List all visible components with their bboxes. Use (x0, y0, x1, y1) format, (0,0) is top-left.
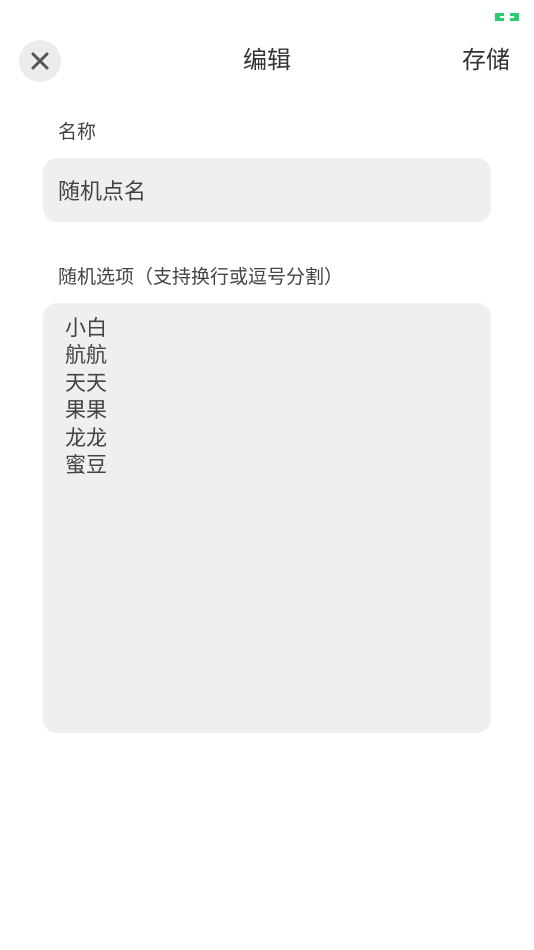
close-button[interactable] (19, 40, 61, 82)
options-textarea[interactable]: 小白 航航 天天 果果 龙龙 蜜豆 (43, 303, 491, 733)
save-button[interactable]: 存储 (462, 44, 510, 76)
close-icon (30, 51, 50, 71)
options-label: 随机选项（支持换行或逗号分割） (58, 266, 344, 288)
name-input[interactable] (43, 158, 491, 222)
name-label: 名称 (58, 121, 97, 143)
link-icon (494, 8, 520, 21)
page-title: 编辑 (243, 46, 291, 74)
